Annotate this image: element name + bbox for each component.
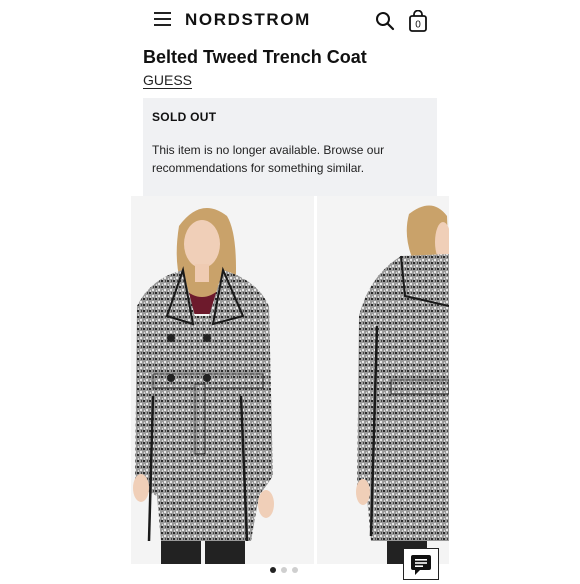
- brand-link[interactable]: GUESS: [143, 72, 192, 88]
- nordstrom-logo[interactable]: NORDSTROM: [185, 10, 311, 30]
- product-image-side[interactable]: [317, 196, 449, 564]
- carousel-dot-1[interactable]: [270, 567, 276, 573]
- shopping-bag-icon[interactable]: 0: [408, 9, 428, 32]
- product-image-carousel[interactable]: [131, 196, 449, 564]
- hamburger-menu-icon[interactable]: [154, 12, 171, 28]
- model-front-photo: [131, 196, 314, 564]
- top-nav: NORDSTROM 0: [0, 0, 580, 42]
- bag-count: 0: [415, 20, 421, 31]
- carousel-dot-3[interactable]: [292, 567, 298, 573]
- model-side-photo: [317, 196, 449, 564]
- product-image-front[interactable]: [131, 196, 314, 564]
- product-title: Belted Tweed Trench Coat: [143, 47, 367, 67]
- chat-icon: [411, 555, 431, 575]
- sold-out-label: SOLD OUT: [152, 110, 217, 124]
- sold-out-message: This item is no longer available. Browse…: [152, 143, 385, 175]
- search-icon[interactable]: [375, 11, 395, 31]
- chat-button[interactable]: [403, 548, 439, 580]
- carousel-dot-2[interactable]: [281, 567, 287, 573]
- sold-out-panel: SOLD OUT This item is no longer availabl…: [143, 98, 437, 196]
